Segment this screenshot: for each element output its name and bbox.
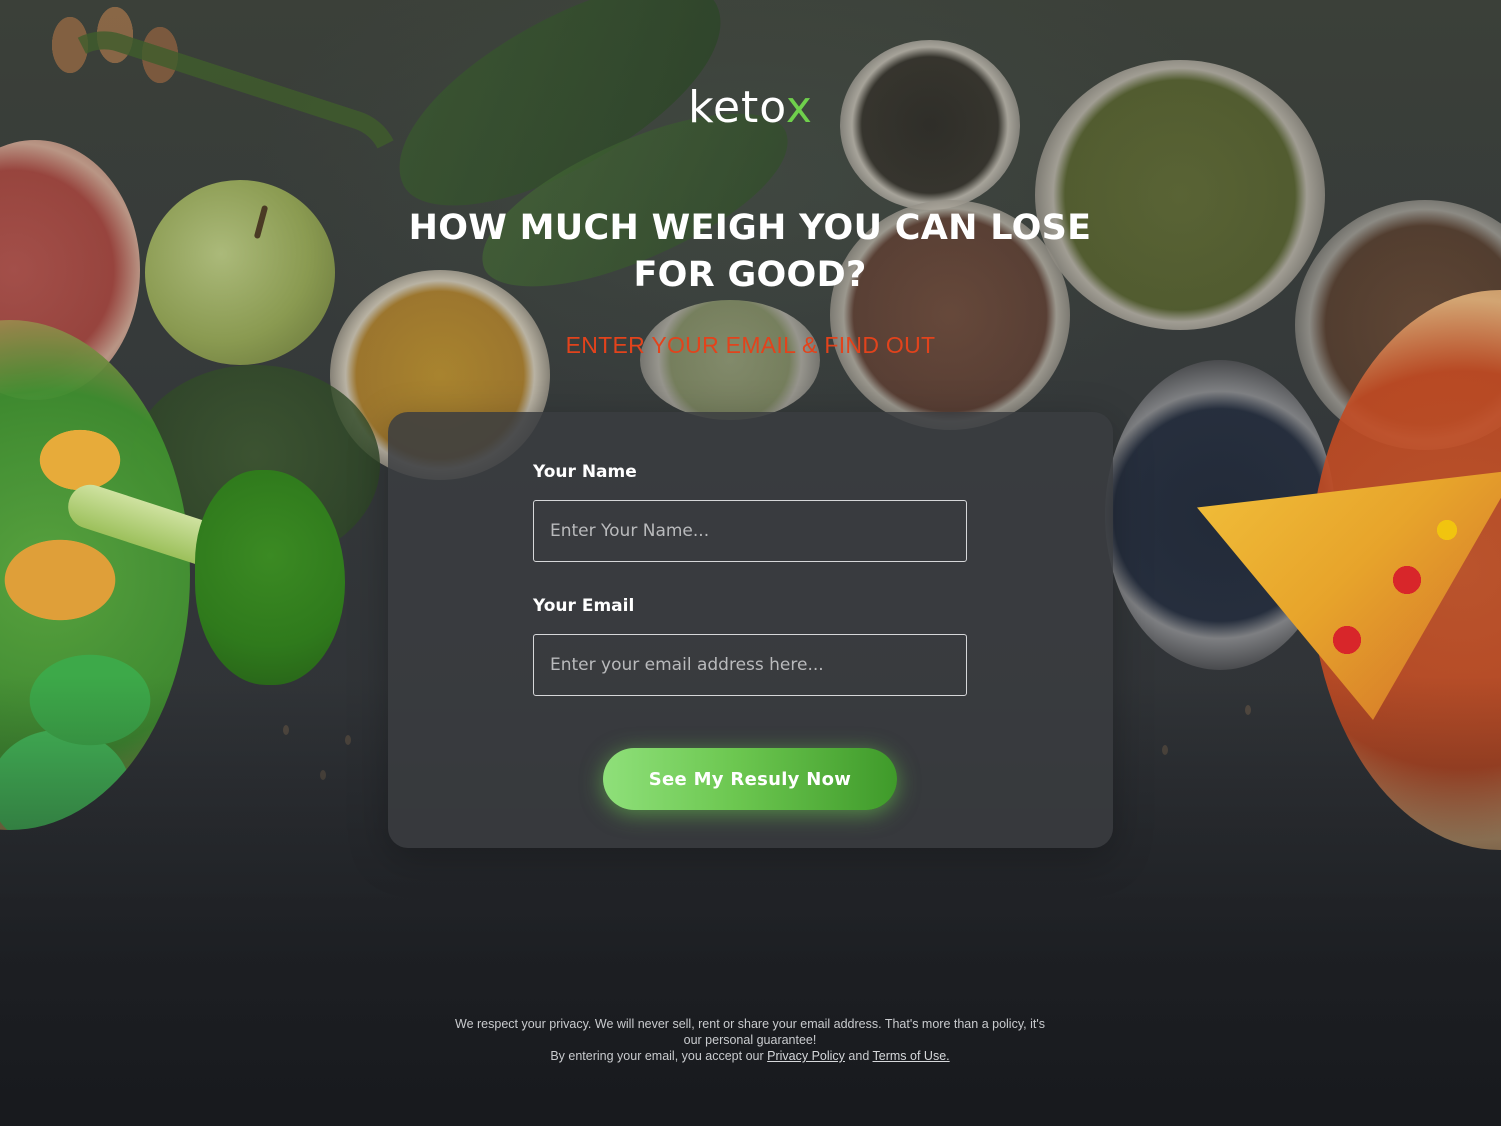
logo-main-text: keto	[688, 82, 786, 133]
privacy-disclaimer: We respect your privacy. We will never s…	[450, 1016, 1050, 1064]
name-input[interactable]	[533, 500, 967, 562]
privacy-statement: We respect your privacy. We will never s…	[455, 1017, 1045, 1047]
landing-page: ketox HOW MUCH WEIGH YOU CAN LOSE FOR GO…	[0, 0, 1501, 1126]
consent-and-text: and	[848, 1049, 870, 1063]
see-results-button[interactable]: See My Resuly Now	[603, 748, 897, 810]
consent-text: By entering your email, you accept our	[550, 1049, 764, 1063]
logo-accent-text: x	[785, 82, 813, 133]
brand-logo: ketox	[0, 82, 1501, 133]
privacy-policy-link[interactable]: Privacy Policy	[767, 1049, 845, 1063]
name-field-label: Your Name	[533, 462, 637, 482]
page-subheadline: ENTER YOUR EMAIL & FIND OUT	[565, 332, 936, 358]
page-headline: HOW MUCH WEIGH YOU CAN LOSE FOR GOOD?	[408, 208, 1092, 295]
terms-of-use-link[interactable]: Terms of Use.	[873, 1049, 950, 1063]
email-field-label: Your Email	[533, 596, 635, 616]
signup-form-card: Your Name Your Email See My Resuly Now	[388, 412, 1113, 848]
email-input[interactable]	[533, 634, 967, 696]
